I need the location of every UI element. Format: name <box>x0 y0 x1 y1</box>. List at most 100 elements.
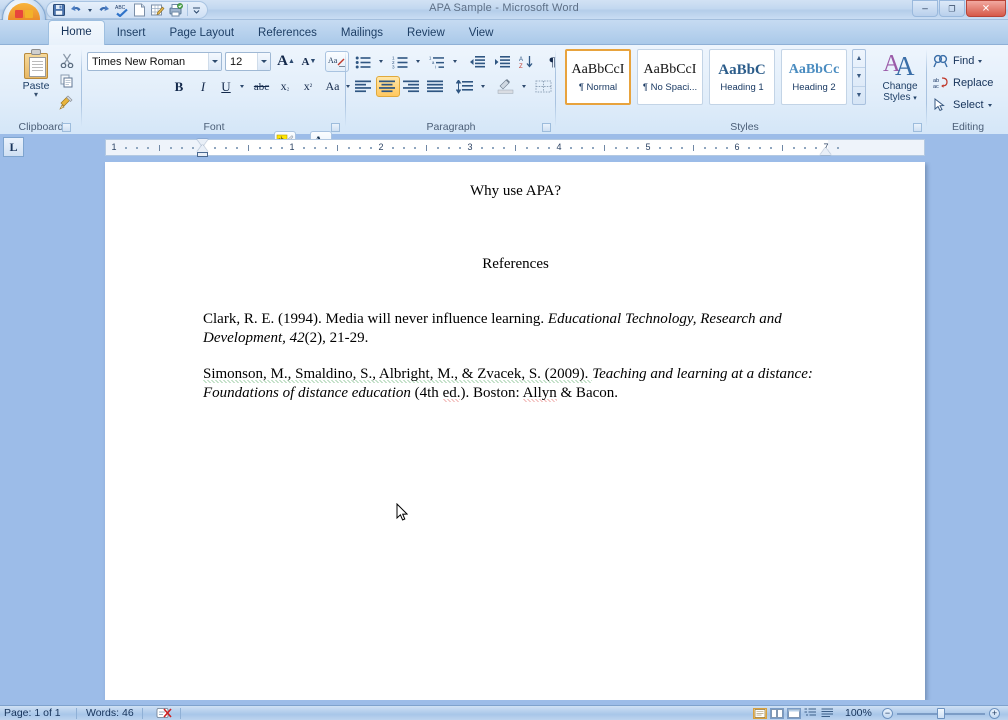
shading-button[interactable] <box>494 76 518 97</box>
font-family-combobox[interactable]: Times New Roman <box>87 52 222 71</box>
grow-font-button[interactable]: A▲ <box>275 51 297 72</box>
multilevel-list-dropdown-icon[interactable] <box>449 51 460 72</box>
zoom-in-button[interactable]: + <box>989 708 1000 719</box>
bold-button[interactable]: B <box>168 76 190 97</box>
paragraph-dialog-launcher[interactable] <box>542 123 551 132</box>
document-text[interactable]: Why use APA? References Clark, R. E. (19… <box>203 182 828 403</box>
style-no-spacing[interactable]: AaBbCcI ¶ No Spaci... <box>637 49 703 105</box>
close-button[interactable]: ✕ <box>966 0 1006 17</box>
word-count-indicator[interactable]: Words: 46 <box>86 707 134 719</box>
font-size-combobox[interactable]: 12 <box>225 52 271 71</box>
right-indent-marker[interactable] <box>820 148 831 155</box>
style-heading-1[interactable]: AaBbC Heading 1 <box>709 49 775 105</box>
line-spacing-dropdown-icon[interactable] <box>477 76 488 97</box>
tab-home[interactable]: Home <box>48 20 105 45</box>
spelling-grammar-icon[interactable]: ABC <box>113 2 130 18</box>
numbering-dropdown-icon[interactable] <box>412 51 423 72</box>
justify-button[interactable] <box>424 76 448 97</box>
ruler-tick <box>693 145 694 151</box>
copy-icon[interactable] <box>56 71 78 91</box>
maximize-button[interactable]: ❐ <box>939 0 965 17</box>
web-layout-view-button[interactable] <box>787 708 801 719</box>
ruler-number: 3 <box>467 142 472 152</box>
page-indicator[interactable]: Page: 1 of 1 <box>4 707 61 719</box>
bullets-dropdown-icon[interactable] <box>375 51 386 72</box>
zoom-slider-handle[interactable] <box>937 708 945 719</box>
print-layout-view-button[interactable] <box>753 708 767 719</box>
minimize-button[interactable]: – <box>912 0 938 17</box>
italic-button[interactable]: I <box>192 76 214 97</box>
tab-selector-button[interactable]: L <box>3 137 24 157</box>
clipboard-dialog-launcher[interactable] <box>62 123 71 132</box>
undo-icon[interactable] <box>68 2 85 18</box>
ruler-tick <box>348 147 350 149</box>
tab-view[interactable]: View <box>457 23 506 45</box>
shrink-font-button[interactable]: A▼ <box>298 51 320 72</box>
tab-page-layout[interactable]: Page Layout <box>157 23 246 45</box>
tab-references[interactable]: References <box>246 23 329 45</box>
document-page[interactable]: Why use APA? References Clark, R. E. (19… <box>105 162 925 700</box>
font-size-dropdown-icon[interactable] <box>257 53 270 70</box>
decrease-indent-button[interactable] <box>466 51 489 72</box>
tab-insert[interactable]: Insert <box>105 23 158 45</box>
proofing-status-icon[interactable] <box>156 707 172 720</box>
new-document-icon[interactable] <box>131 2 148 18</box>
ruler-tick <box>804 147 806 149</box>
zoom-level-indicator[interactable]: 100% <box>845 707 872 719</box>
draft-view-button[interactable] <box>821 708 835 719</box>
underline-dropdown-icon[interactable] <box>236 76 247 97</box>
find-dropdown-icon[interactable] <box>978 60 982 63</box>
redo-icon[interactable] <box>95 2 112 18</box>
ruler-tick <box>726 147 728 149</box>
style-heading-2[interactable]: AaBbCc Heading 2 <box>781 49 847 105</box>
font-family-dropdown-icon[interactable] <box>208 53 221 70</box>
align-center-button[interactable] <box>376 76 400 97</box>
styles-more-icon[interactable]: ▼ <box>853 87 865 104</box>
horizontal-ruler[interactable]: 11234567 <box>105 139 925 156</box>
show-formatting-marks-button[interactable]: ¶ <box>541 51 564 72</box>
select-dropdown-icon[interactable] <box>988 104 992 107</box>
outline-view-button[interactable] <box>804 708 818 719</box>
ruler-tick <box>136 147 138 149</box>
bullets-button[interactable] <box>352 51 375 72</box>
tab-review[interactable]: Review <box>395 23 457 45</box>
save-icon[interactable] <box>50 2 67 18</box>
subscript-button[interactable]: x₂ <box>274 76 296 97</box>
shading-dropdown-icon[interactable] <box>518 76 529 97</box>
borders-button[interactable] <box>532 76 556 97</box>
styles-dialog-launcher[interactable] <box>913 123 922 132</box>
change-case-button[interactable]: Aa <box>321 76 344 97</box>
paste-dropdown-icon[interactable]: ▾ <box>34 92 38 98</box>
minimize-icon: – <box>922 3 928 14</box>
ruler-tick <box>637 147 639 149</box>
style-normal[interactable]: AaBbCcI ¶ Normal <box>565 49 631 105</box>
undo-dropdown-icon[interactable] <box>86 2 94 18</box>
superscript-button[interactable]: x² <box>297 76 319 97</box>
cut-icon[interactable] <box>56 50 78 70</box>
styles-scroll-down-icon[interactable]: ▼ <box>853 68 865 86</box>
left-indent-marker[interactable] <box>197 152 208 157</box>
strikethrough-button[interactable]: abc <box>250 76 273 97</box>
line-spacing-button[interactable] <box>453 76 477 97</box>
customize-qat-icon[interactable] <box>191 2 202 18</box>
align-right-button[interactable] <box>400 76 424 97</box>
hanging-indent-marker[interactable] <box>197 145 208 152</box>
zoom-out-button[interactable]: − <box>882 708 893 719</box>
select-button[interactable]: Select <box>933 95 992 115</box>
underline-button[interactable]: U <box>216 76 236 97</box>
align-left-button[interactable] <box>352 76 376 97</box>
paste-button[interactable]: Paste ▾ <box>14 49 58 109</box>
format-painter-icon[interactable] <box>56 92 78 112</box>
full-screen-reading-view-button[interactable] <box>770 708 784 719</box>
tab-mailings[interactable]: Mailings <box>329 23 395 45</box>
find-button[interactable]: Find <box>933 51 982 71</box>
replace-button[interactable]: ab ac Replace <box>933 73 993 93</box>
edit-table-icon[interactable] <box>149 2 166 18</box>
print-preview-icon[interactable] <box>167 2 184 18</box>
multilevel-list-button[interactable]: 1 a i <box>426 51 449 72</box>
numbering-button[interactable]: 1 2 3 <box>389 51 412 72</box>
increase-indent-button[interactable] <box>491 51 514 72</box>
change-styles-button[interactable]: A A Change Styles ▾ <box>872 49 928 109</box>
styles-scroll-up-icon[interactable]: ▲ <box>853 50 865 68</box>
sort-button[interactable]: A Z <box>516 51 539 72</box>
